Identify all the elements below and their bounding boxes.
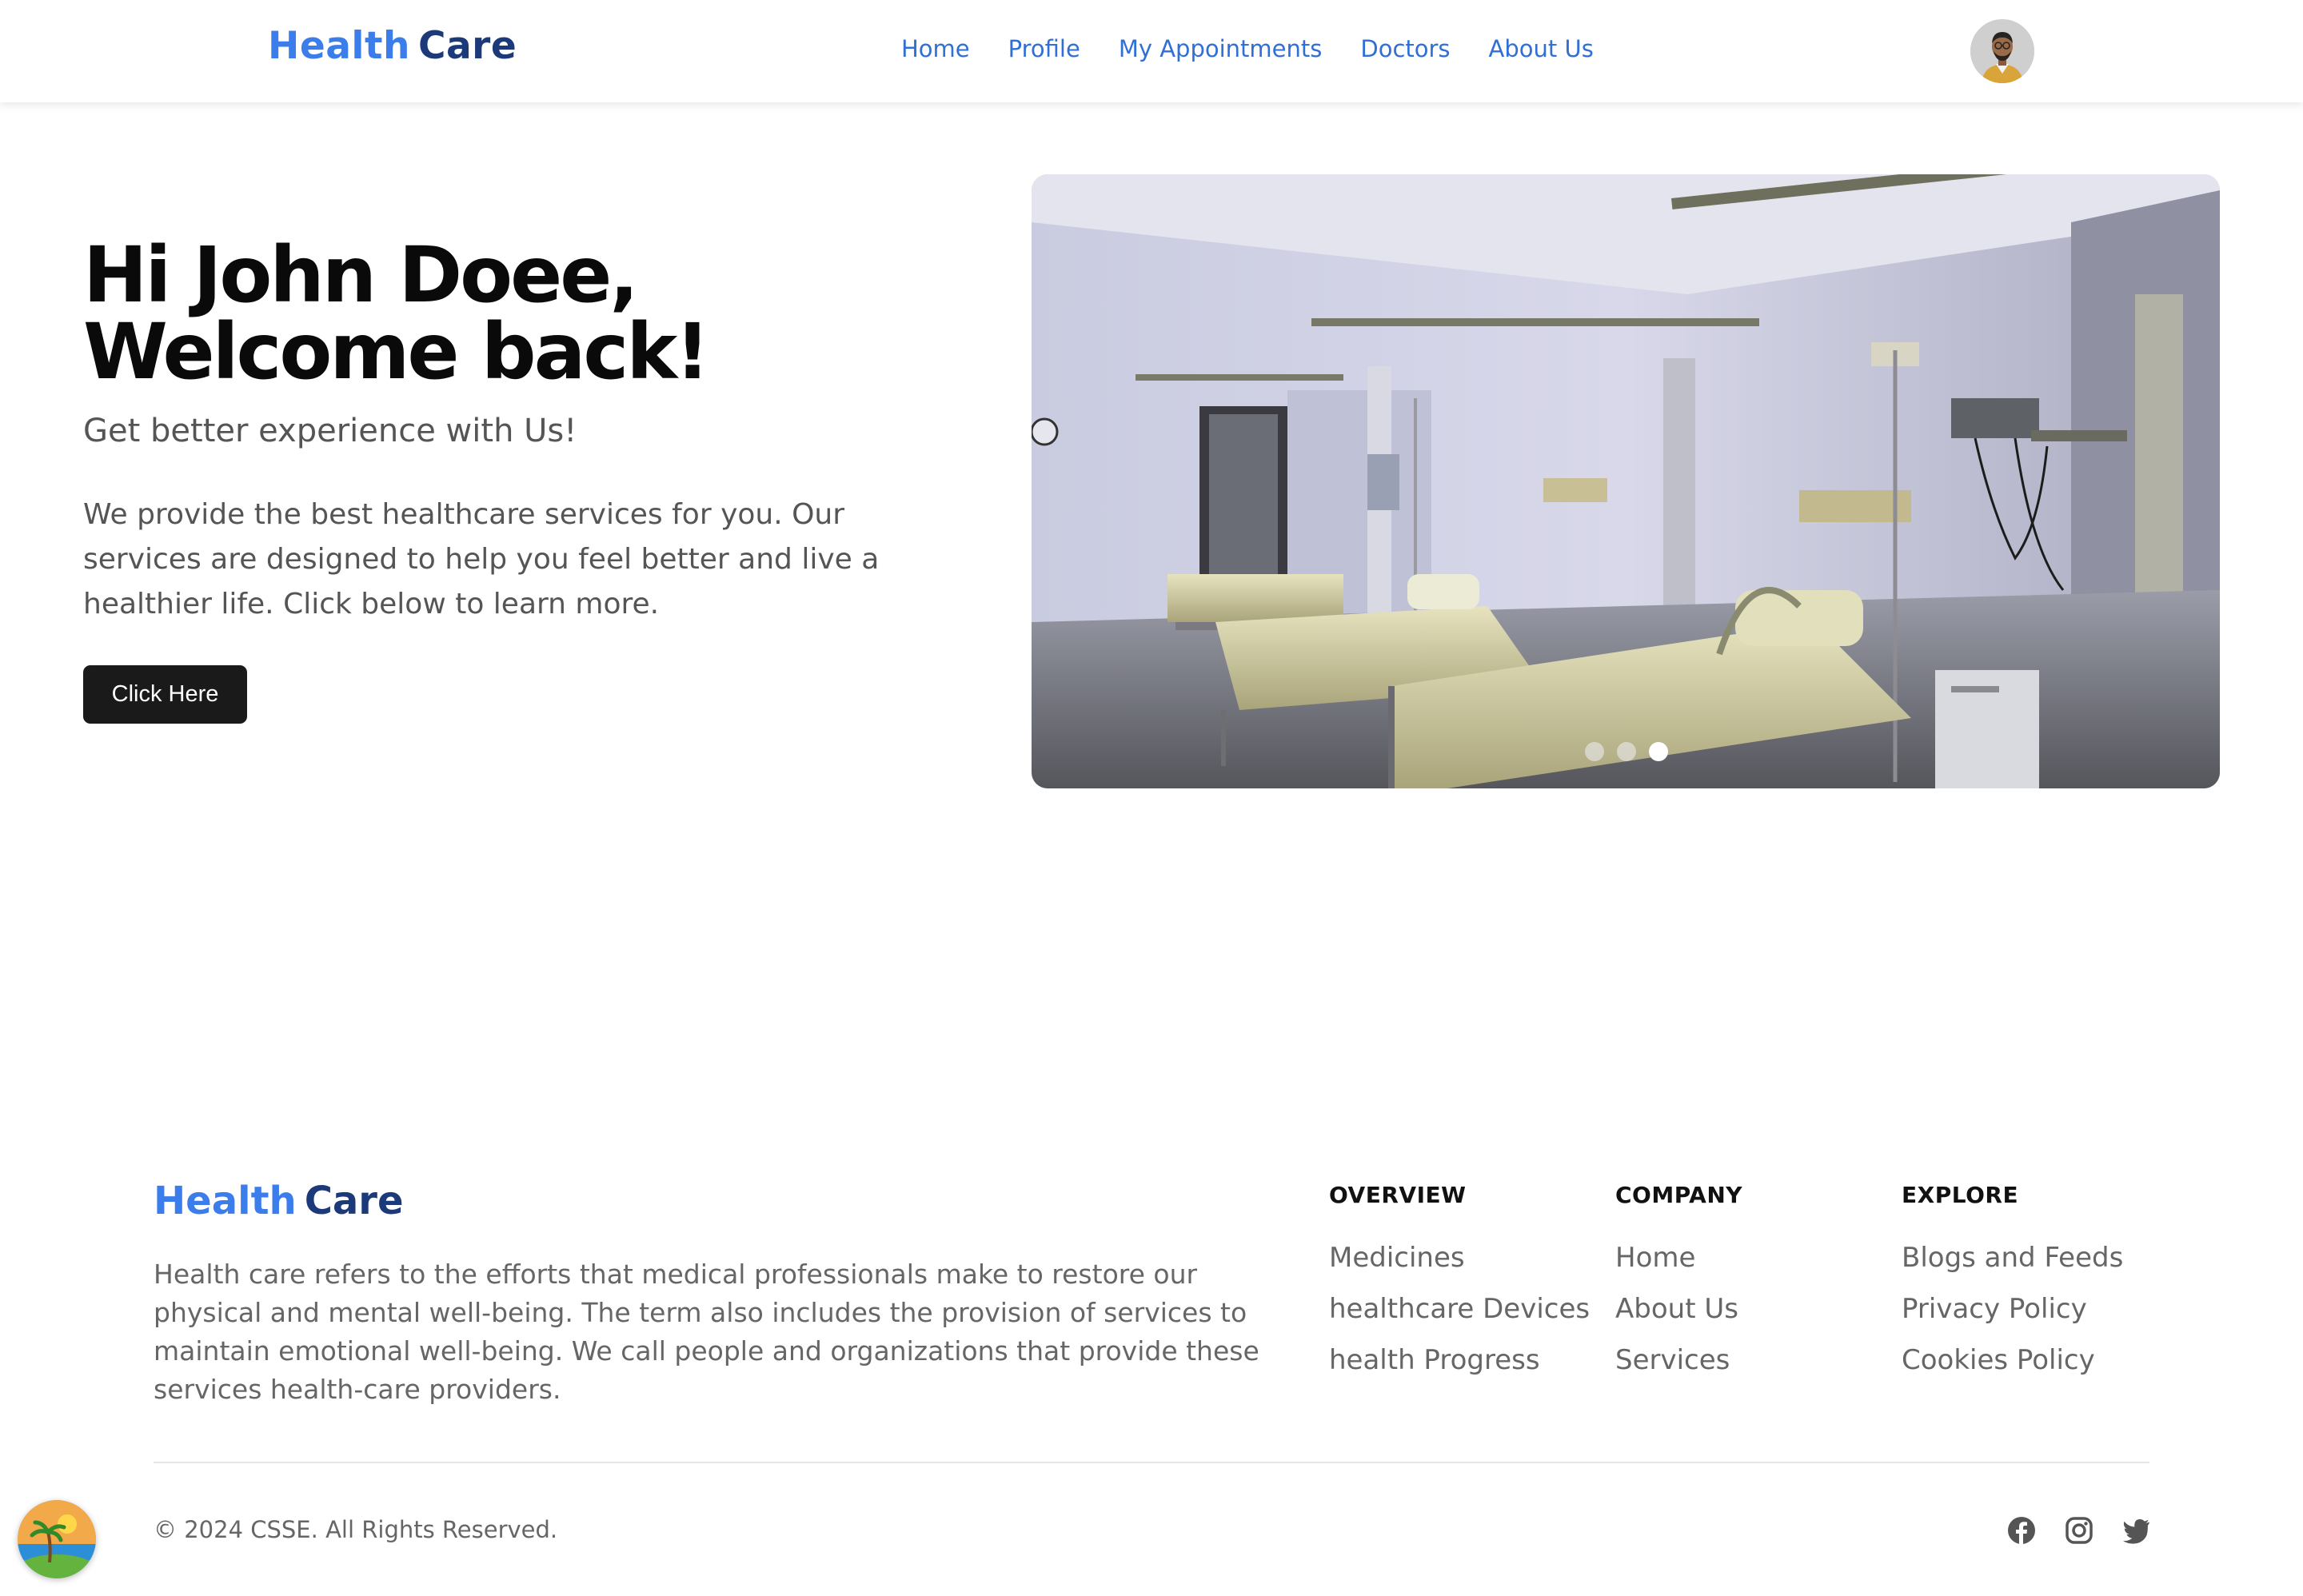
nav-links: Home Profile My Appointments Doctors Abo… — [901, 35, 1594, 62]
footer-brand-logo[interactable]: Health Care — [154, 1179, 404, 1223]
footer-link-health-progress[interactable]: health Progress — [1329, 1344, 1601, 1395]
facebook-icon[interactable] — [2007, 1516, 2036, 1545]
nav-link-doctors[interactable]: Doctors — [1360, 35, 1450, 62]
hero-title-line1: Hi John Doee, — [83, 230, 639, 320]
footer-link-services[interactable]: Services — [1615, 1344, 1887, 1395]
footer-column-company: COMPANY Home About Us Services — [1615, 1182, 1887, 1395]
copyright-text: © 2024 CSSE. All Rights Reserved. — [154, 1516, 558, 1543]
twitter-icon[interactable] — [2122, 1516, 2151, 1545]
footer-divider — [154, 1462, 2149, 1463]
footer-heading-company: COMPANY — [1615, 1182, 1743, 1208]
nav-link-home[interactable]: Home — [901, 35, 970, 62]
carousel-dot-3-active[interactable] — [1649, 742, 1668, 761]
instagram-icon[interactable] — [2065, 1516, 2093, 1545]
footer-link-cookies-policy[interactable]: Cookies Policy — [1902, 1344, 2173, 1395]
hero-title: Hi John Doee, Welcome back! — [83, 230, 710, 397]
carousel-indicators — [1585, 742, 1668, 761]
brand-logo-part2: Care — [417, 24, 517, 68]
avatar-image — [1970, 19, 2034, 83]
floating-beach-widget-icon[interactable] — [18, 1500, 96, 1578]
footer-heading-explore: EXPLORE — [1902, 1182, 2019, 1208]
navbar: Health Care Home Profile My Appointments … — [0, 0, 2303, 102]
hero-carousel[interactable] — [1032, 174, 2220, 788]
brand-logo[interactable]: Health Care — [268, 24, 517, 68]
user-avatar[interactable] — [1970, 19, 2034, 83]
carousel-dot-1[interactable] — [1585, 742, 1604, 761]
footer-link-about-us[interactable]: About Us — [1615, 1293, 1887, 1344]
footer-brand-part1: Health — [154, 1179, 297, 1223]
footer-link-home[interactable]: Home — [1615, 1242, 1887, 1293]
footer-column-overview: OVERVIEW Medicines healthcare Devices he… — [1329, 1182, 1601, 1395]
hero-title-line2: Welcome back! — [83, 307, 710, 397]
footer-link-healthcare-devices[interactable]: healthcare Devices — [1329, 1293, 1601, 1344]
footer-link-privacy-policy[interactable]: Privacy Policy — [1902, 1293, 2173, 1344]
hero-description: We provide the best healthcare services … — [83, 498, 880, 620]
footer-column-explore: EXPLORE Blogs and Feeds Privacy Policy C… — [1902, 1182, 2173, 1395]
footer-brand-part2: Care — [304, 1179, 404, 1223]
footer-description: Health care refers to the efforts that m… — [154, 1259, 1259, 1405]
carousel-dot-2[interactable] — [1617, 742, 1636, 761]
nav-link-profile[interactable]: Profile — [1008, 35, 1080, 62]
nav-link-about-us[interactable]: About Us — [1489, 35, 1594, 62]
brand-logo-part1: Health — [268, 24, 410, 68]
nav-link-my-appointments[interactable]: My Appointments — [1119, 35, 1323, 62]
footer-link-blogs-and-feeds[interactable]: Blogs and Feeds — [1902, 1242, 2173, 1293]
hospital-ward-image — [1032, 174, 2220, 788]
click-here-button[interactable]: Click Here — [83, 665, 247, 724]
footer-link-medicines[interactable]: Medicines — [1329, 1242, 1601, 1293]
footer-heading-overview: OVERVIEW — [1329, 1182, 1467, 1208]
hero-subtitle: Get better experience with Us! — [83, 413, 577, 449]
